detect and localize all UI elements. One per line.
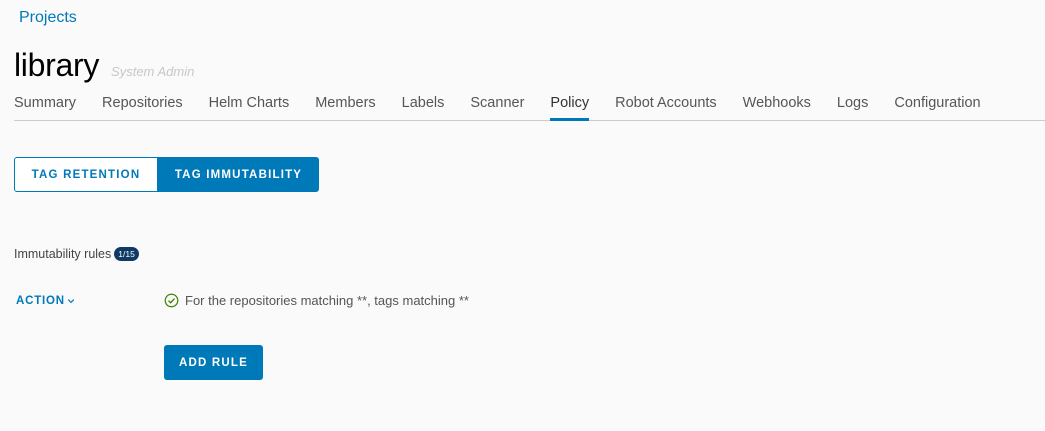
tab-repositories[interactable]: Repositories <box>102 92 183 120</box>
rule-count-badge: 1/15 <box>114 247 139 261</box>
tab-members[interactable]: Members <box>315 92 375 120</box>
tab-configuration[interactable]: Configuration <box>894 92 980 120</box>
policy-segmented-control: TAG RETENTION TAG IMMUTABILITY <box>14 157 319 192</box>
tab-scanner[interactable]: Scanner <box>470 92 524 120</box>
tag-retention-button[interactable]: TAG RETENTION <box>14 157 158 192</box>
page-title: library <box>14 47 100 83</box>
page-header: library System Admin <box>14 47 194 84</box>
action-dropdown[interactable]: ACTION <box>16 295 75 307</box>
immutability-rules-label: Immutability rules <box>14 247 112 261</box>
rule-item: For the repositories matching **, tags m… <box>164 293 469 308</box>
breadcrumb-projects-link[interactable]: Projects <box>19 9 77 27</box>
tab-robot-accounts[interactable]: Robot Accounts <box>615 92 717 120</box>
immutability-rules-header: Immutability rules 1/15 <box>14 247 139 261</box>
role-label: System Admin <box>111 64 195 79</box>
rule-description: For the repositories matching **, tags m… <box>185 293 469 308</box>
page: Projects library System Admin Summary Re… <box>0 0 1045 431</box>
tab-logs[interactable]: Logs <box>837 92 868 120</box>
project-tabs: Summary Repositories Helm Charts Members… <box>14 92 1045 121</box>
action-label: ACTION <box>16 295 65 307</box>
chevron-down-icon <box>67 299 75 304</box>
tab-helm-charts[interactable]: Helm Charts <box>209 92 290 120</box>
tab-webhooks[interactable]: Webhooks <box>743 92 811 120</box>
add-rule-button[interactable]: ADD RULE <box>164 345 263 380</box>
check-circle-icon <box>164 293 179 308</box>
tag-immutability-button[interactable]: TAG IMMUTABILITY <box>158 157 319 192</box>
tab-labels[interactable]: Labels <box>402 92 445 120</box>
tab-policy[interactable]: Policy <box>550 92 589 121</box>
tab-summary[interactable]: Summary <box>14 92 76 120</box>
